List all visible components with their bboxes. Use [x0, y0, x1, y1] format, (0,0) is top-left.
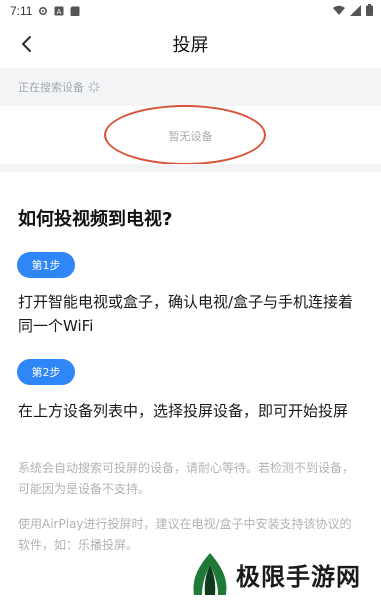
settings-icon — [39, 6, 48, 16]
battery-icon — [366, 4, 373, 16]
status-right-icons — [333, 4, 373, 16]
step-2-badge: 第2步 — [17, 359, 75, 385]
step-1-text: 打开智能电视或盒子，确认电视/盒子与手机连接着同一个WiFi — [18, 293, 354, 335]
leaf-logo-icon — [193, 553, 227, 595]
step-2-text: 在上方设备列表中，选择投屏设备，即可开始投屏 — [18, 402, 349, 420]
signal-icon — [350, 4, 361, 16]
cast-guide-section: 如何投视频到电视? 第1步 打开智能电视或盒子，确认电视/盒子与手机连接着同一个… — [0, 172, 381, 600]
svg-text:A: A — [57, 8, 62, 16]
app-bar: 投屏 — [0, 22, 381, 66]
guide-title: 如何投视频到电视? — [18, 209, 173, 230]
section-divider — [0, 164, 381, 172]
chevron-left-icon — [22, 36, 31, 52]
device-list-empty: 暂无设备 — [0, 106, 381, 164]
note-auto-search: 系统会自动搜索可投屏的设备，请耐心等待。若检测不到设备，可能因为是设备不支持。 — [18, 461, 355, 496]
device-search-section: 正在搜索设备 暂无设备 — [0, 68, 381, 164]
loading-spinner-icon — [88, 81, 100, 93]
wifi-icon — [333, 5, 345, 15]
search-status-text: 正在搜索设备 — [18, 81, 84, 94]
status-bar: 7:11 A — [0, 0, 381, 22]
back-button[interactable] — [14, 32, 38, 56]
watermark-text: 极限手游网 — [236, 561, 361, 591]
search-status-row: 正在搜索设备 — [0, 68, 381, 106]
status-time: 7:11 — [10, 4, 33, 18]
step-1-badge: 第1步 — [17, 252, 75, 278]
page-title: 投屏 — [172, 35, 209, 56]
watermark: 极限手游网 — [188, 548, 381, 600]
sd-card-icon — [70, 6, 80, 16]
empty-device-text: 暂无设备 — [168, 130, 213, 143]
sim-a-icon: A — [54, 6, 64, 16]
